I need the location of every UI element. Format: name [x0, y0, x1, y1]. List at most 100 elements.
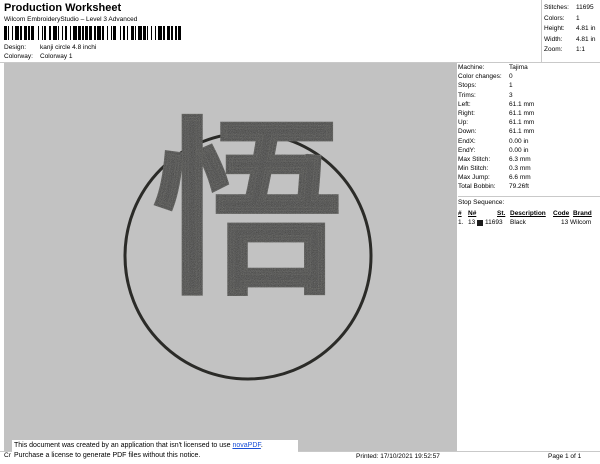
stat-value: 1 — [576, 14, 580, 22]
stop-sequence-header: # N# St. Description Code Brand — [458, 209, 600, 218]
machine-info-row: Stops: 1 — [458, 81, 600, 90]
panel-divider — [458, 196, 600, 197]
stat-row-stitches: Stitches: 11695 — [544, 3, 600, 14]
machine-info-row: Right: 61.1 mm — [458, 109, 600, 118]
machine-info-value: Tajima — [509, 64, 528, 71]
design-preview: 悟 — [4, 63, 457, 451]
stat-row-height: Height: 4.81 in — [544, 24, 600, 35]
machine-info-value: 61.1 mm — [509, 100, 535, 108]
row-description: Black — [510, 219, 526, 226]
stat-row-zoom: Zoom: 1:1 — [544, 45, 600, 56]
machine-info-label: Total Bobbin: — [458, 183, 496, 191]
machine-info-value: 6.3 mm — [509, 155, 531, 163]
embroidery-design: 悟 — [123, 100, 373, 381]
stat-value: 4.81 in — [576, 35, 596, 43]
machine-info-label: Stops: — [458, 82, 477, 90]
header-divider — [541, 0, 542, 62]
stat-value: 11695 — [576, 4, 594, 11]
notice-line-2: Purchase a license to generate PDF files… — [14, 452, 201, 459]
machine-info-row: Trims: 3 — [458, 91, 600, 100]
thread-color-swatch — [477, 219, 483, 226]
machine-info-row: EndY: 0.00 in — [458, 146, 600, 155]
stat-value: 1:1 — [576, 46, 586, 53]
machine-info-list: Machine: Tajima Color changes: 0 Stops: 1 Trim… — [458, 63, 600, 192]
machine-info-row: Up: 61.1 mm — [458, 118, 600, 127]
machine-info-label: EndY: — [458, 146, 476, 154]
col-stitches: St. — [497, 210, 506, 217]
notice-period: . — [260, 442, 263, 449]
machine-info-label: Max Jump: — [458, 174, 490, 182]
page-title: Production Worksheet — [4, 2, 122, 14]
novapdf-link[interactable]: novaPDF — [232, 442, 260, 449]
stat-label: Height: — [544, 25, 565, 32]
machine-info-value: 79.26ft — [509, 183, 529, 191]
machine-info-label: Left: — [458, 100, 471, 108]
table-row: 1. 13 11693 Black 13 Wilcom — [458, 218, 600, 227]
machine-info-value: 61.1 mm — [509, 119, 535, 127]
col-description: Description — [510, 210, 546, 217]
machine-info-value: 3 — [509, 91, 513, 99]
machine-info-row: Min Stitch: 0.3 mm — [458, 164, 600, 173]
col-code: Code — [553, 210, 570, 217]
machine-info-label: Right: — [458, 109, 475, 117]
stat-label: Stitches: — [544, 4, 569, 11]
machine-info-label: Down: — [458, 128, 477, 136]
license-notice: This document was created by an applicat… — [12, 440, 298, 464]
machine-info-row: Left: 61.1 mm — [458, 100, 600, 109]
kanji-glyph: 悟 — [153, 101, 343, 322]
machine-info-value: 61.1 mm — [509, 109, 535, 117]
machine-info-row: Total Bobbin: 79.26ft — [458, 182, 600, 191]
machine-info-value: 0 — [509, 73, 513, 81]
machine-info-value: 0.00 in — [509, 137, 529, 145]
colorway-row: Colorway: Colorway 1 — [4, 53, 73, 60]
worksheet-header: Production Worksheet Wilcom EmbroiderySt… — [0, 0, 600, 62]
row-stitches: 11693 — [485, 219, 503, 226]
machine-info-label: Up: — [458, 119, 469, 127]
machine-info-label: Machine: — [458, 64, 485, 71]
machine-info-value: 6.6 mm — [509, 174, 531, 182]
machine-info-label: Color changes: — [458, 73, 502, 81]
machine-info-row: Down: 61.1 mm — [458, 127, 600, 136]
machine-info-value: 1 — [509, 82, 513, 90]
notice-text: This document was created by an applicat… — [14, 442, 233, 449]
page-number: Page 1 of 1 — [548, 453, 582, 460]
col-index: # — [458, 210, 462, 217]
row-code: 13 — [561, 219, 569, 226]
barcode — [4, 26, 186, 40]
stat-label: Width: — [544, 35, 563, 43]
machine-info-label: Trims: — [458, 91, 476, 99]
stat-value: 4.81 in — [576, 25, 596, 32]
machine-info-label: Max Stitch: — [458, 155, 491, 163]
machine-info-label: Min Stitch: — [458, 165, 489, 173]
design-row: Design: kanji circle 4.8 inchi — [4, 44, 96, 51]
design-label: Design: — [4, 44, 27, 51]
machine-info-value: 0.00 in — [509, 146, 529, 154]
col-brand: Brand — [573, 210, 592, 217]
stat-label: Zoom: — [544, 46, 563, 53]
stat-label: Colors: — [544, 14, 565, 22]
row-index: 1. — [458, 219, 464, 226]
machine-info-row: Max Stitch: 6.3 mm — [458, 155, 600, 164]
notice-partial-text: Cr — [4, 452, 11, 459]
software-name: Wilcom EmbroideryStudio – Level 3 Advanc… — [4, 16, 138, 23]
stat-row-width: Width: 4.81 in — [544, 35, 600, 46]
stats-panel: Stitches: 11695 Colors: 1 Height: 4.81 in W… — [544, 3, 600, 56]
colorway-label: Colorway: — [4, 53, 33, 60]
design-value: kanji circle 4.8 inchi — [40, 44, 97, 51]
machine-info-row: Max Jump: 6.6 mm — [458, 173, 600, 182]
machine-info-label: EndX: — [458, 137, 476, 145]
machine-info-row: EndX: 0.00 in — [458, 137, 600, 146]
col-needle: N# — [468, 210, 477, 217]
machine-info-row: Machine: Tajima — [458, 63, 600, 72]
row-brand: Wilcom — [570, 219, 592, 226]
printed-timestamp: Printed: 17/10/2021 19:52:57 — [356, 453, 440, 460]
machine-info-row: Color changes: 0 — [458, 72, 600, 81]
colorway-value: Colorway 1 — [40, 53, 73, 60]
stat-row-colors: Colors: 1 — [544, 14, 600, 25]
row-needle: 13 — [468, 219, 476, 226]
machine-info-value: 61.1 mm — [509, 128, 535, 136]
machine-panel: Machine: Tajima Color changes: 0 Stops: 1 Trim… — [458, 63, 600, 451]
machine-info-value: 0.3 mm — [509, 165, 531, 173]
stop-sequence-title: Stop Sequence: — [458, 199, 505, 206]
notice-line-1: This document was created by an applicat… — [14, 441, 296, 451]
